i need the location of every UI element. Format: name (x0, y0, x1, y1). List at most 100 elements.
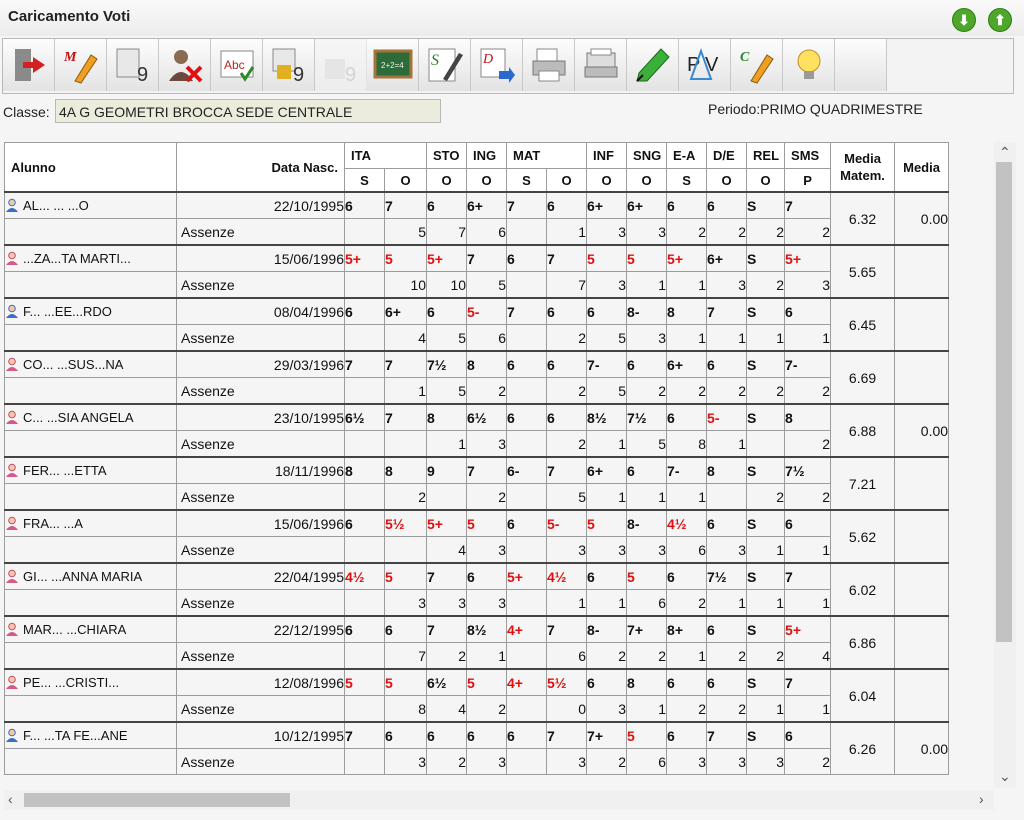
grade-cell[interactable]: 5+ (344, 244, 385, 272)
absence-cell[interactable]: 3 (426, 589, 468, 617)
grade-cell[interactable]: 6 (344, 509, 385, 537)
student-name[interactable]: PE... ...CRISTI... (4, 668, 177, 696)
absence-cell[interactable]: 8 (666, 430, 708, 458)
absence-cell[interactable]: 10 (426, 271, 468, 299)
absence-cell[interactable]: 2 (706, 695, 748, 723)
absence-cell[interactable]: 3 (546, 748, 588, 775)
absence-cell[interactable]: 2 (626, 642, 668, 670)
absence-cell[interactable]: 3 (666, 748, 708, 775)
grade-cell[interactable]: 5+ (426, 509, 468, 537)
toolbar-button-document-export[interactable]: D (471, 39, 523, 91)
grade-cell[interactable]: 7 (426, 615, 468, 643)
grade-cell[interactable]: 8 (706, 456, 748, 484)
grade-cell[interactable]: S (746, 403, 786, 431)
grade-cell[interactable]: 7 (383, 350, 428, 378)
grade-cell[interactable]: 6 (506, 350, 548, 378)
grade-cell[interactable]: 7½ (706, 562, 748, 590)
student-name[interactable]: AL... ... ...O (4, 191, 177, 219)
absence-cell[interactable]: 1 (666, 642, 708, 670)
grade-cell[interactable]: 6 (706, 191, 748, 219)
student-name[interactable]: F... ...TA FE...ANE (4, 721, 177, 749)
grade-cell[interactable]: 7 (466, 456, 508, 484)
grade-cell[interactable]: 7+ (626, 615, 668, 643)
absence-cell[interactable]: 5 (586, 324, 628, 352)
absence-cell[interactable]: 3 (586, 218, 628, 246)
absence-cell[interactable]: 4 (383, 324, 428, 352)
absence-cell[interactable] (506, 324, 548, 352)
grade-cell[interactable]: 6 (666, 562, 708, 590)
grade-cell[interactable]: 6+ (586, 456, 628, 484)
absence-cell[interactable]: 2 (586, 748, 628, 775)
grade-cell[interactable]: 6 (706, 509, 748, 537)
student-name[interactable]: F... ...EE...RDO (4, 297, 177, 325)
grade-cell[interactable]: 5 (383, 668, 428, 696)
absence-cell[interactable]: 1 (746, 324, 786, 352)
horizontal-scroll-thumb[interactable] (24, 793, 290, 807)
grade-cell[interactable]: 7½ (426, 350, 468, 378)
grade-cell[interactable]: 6 (666, 668, 708, 696)
absence-cell[interactable]: 3 (706, 748, 748, 775)
grade-cell[interactable]: 5+ (506, 562, 548, 590)
scroll-right-arrow-icon[interactable]: › (979, 791, 984, 807)
absence-cell[interactable]: 10 (383, 271, 428, 299)
vertical-scroll-thumb[interactable] (996, 162, 1012, 642)
absence-cell[interactable]: 1 (784, 589, 832, 617)
grade-cell[interactable]: 6+ (383, 297, 428, 325)
grade-cell[interactable]: 6½ (426, 668, 468, 696)
absence-cell[interactable]: 1 (426, 430, 468, 458)
grade-cell[interactable]: 7 (426, 562, 468, 590)
absence-cell[interactable]: 1 (626, 695, 668, 723)
grade-cell[interactable]: 6 (344, 615, 385, 643)
absence-cell[interactable]: 3 (466, 589, 508, 617)
absence-cell[interactable]: 1 (666, 324, 708, 352)
grade-cell[interactable]: 5 (466, 509, 508, 537)
scroll-left-arrow-icon[interactable]: ‹ (8, 791, 13, 807)
grade-cell[interactable]: 4½ (666, 509, 708, 537)
grade-cell[interactable]: 8 (426, 403, 468, 431)
grade-cell[interactable]: 6½ (466, 403, 508, 431)
grade-cell[interactable]: 8+ (666, 615, 708, 643)
toolbar-button-highlighter[interactable] (627, 39, 679, 91)
grade-cell[interactable]: 6 (666, 191, 708, 219)
grade-cell[interactable]: 9 (426, 456, 468, 484)
absence-cell[interactable]: 1 (706, 430, 748, 458)
toolbar-button-grades-calc[interactable]: 9 (107, 39, 159, 91)
grade-cell[interactable]: 6- (506, 456, 548, 484)
grade-cell[interactable]: 8 (784, 403, 832, 431)
absence-cell[interactable]: 1 (586, 483, 628, 511)
absence-cell[interactable] (344, 324, 385, 352)
absence-cell[interactable]: 2 (383, 483, 428, 511)
grade-cell[interactable]: 5+ (784, 615, 832, 643)
absence-cell[interactable]: 2 (784, 218, 832, 246)
grade-cell[interactable]: 6 (426, 191, 468, 219)
absence-cell[interactable]: 3 (383, 589, 428, 617)
grade-cell[interactable]: S (746, 721, 786, 749)
grade-cell[interactable]: 8 (626, 668, 668, 696)
absence-cell[interactable] (706, 483, 748, 511)
absence-cell[interactable] (506, 589, 548, 617)
absence-cell[interactable]: 2 (466, 483, 508, 511)
absence-cell[interactable]: 2 (706, 218, 748, 246)
absence-cell[interactable]: 1 (546, 589, 588, 617)
absence-cell[interactable]: 1 (666, 271, 708, 299)
absence-cell[interactable]: 1 (666, 483, 708, 511)
absence-cell[interactable] (506, 642, 548, 670)
absence-cell[interactable]: 2 (746, 271, 786, 299)
absence-cell[interactable]: 4 (426, 536, 468, 564)
grade-cell[interactable]: 5 (466, 668, 508, 696)
absence-cell[interactable]: 5 (546, 483, 588, 511)
grade-cell[interactable]: 7 (784, 562, 832, 590)
absence-cell[interactable]: 5 (426, 377, 468, 405)
grade-cell[interactable]: 5+ (784, 244, 832, 272)
student-name[interactable]: C... ...SIA ANGELA (4, 403, 177, 431)
grade-cell[interactable]: 5½ (383, 509, 428, 537)
grade-cell[interactable]: 6 (466, 721, 508, 749)
absence-cell[interactable] (506, 430, 548, 458)
absence-cell[interactable]: 4 (784, 642, 832, 670)
grade-cell[interactable]: 7 (344, 721, 385, 749)
toolbar-button-lightbulb[interactable] (783, 39, 835, 91)
vertical-scrollbar[interactable]: ⌃ ⌄ (994, 142, 1016, 788)
grade-cell[interactable]: 4½ (344, 562, 385, 590)
absence-cell[interactable]: 2 (784, 430, 832, 458)
grade-cell[interactable]: 8 (666, 297, 708, 325)
